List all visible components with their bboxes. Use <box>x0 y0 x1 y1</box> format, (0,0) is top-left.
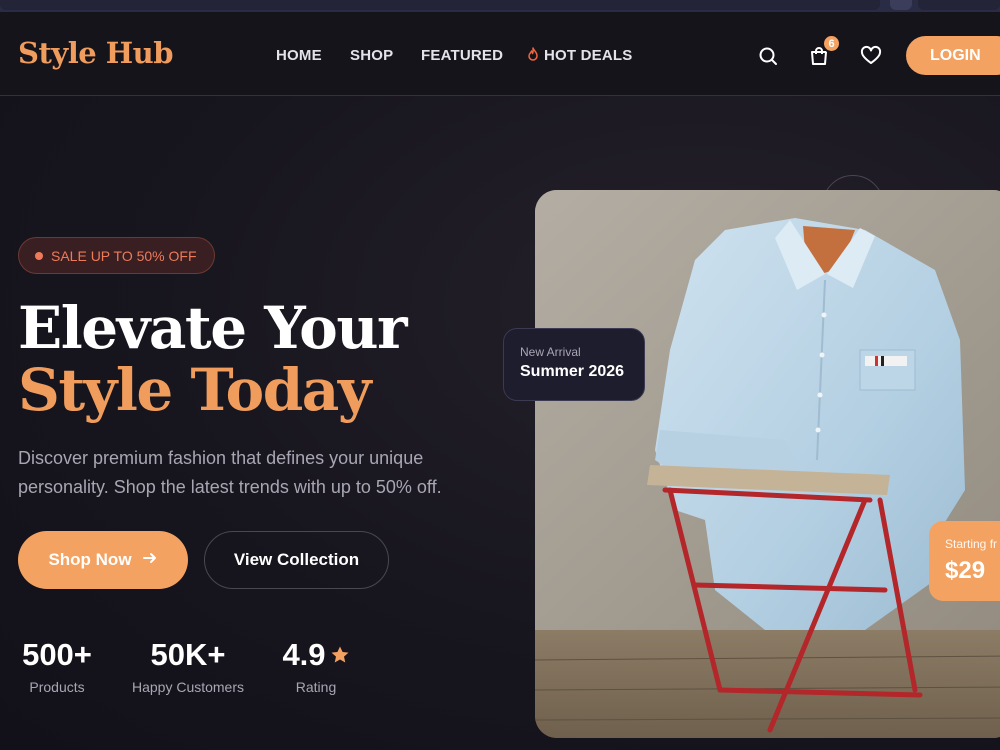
shop-now-button[interactable]: Shop Now <box>18 531 188 589</box>
shirt-on-chair-illustration <box>535 190 1000 738</box>
view-collection-button[interactable]: View Collection <box>204 531 389 589</box>
flame-icon <box>527 47 539 64</box>
stat-value: 500+ <box>22 637 92 672</box>
stat-label: Happy Customers <box>131 679 245 695</box>
hero-title-line1: Elevate Your <box>18 294 408 362</box>
hero-title: Elevate Your Style Today <box>18 297 498 421</box>
nav-featured[interactable]: FEATURED <box>421 47 511 64</box>
sale-dot <box>35 252 43 260</box>
stat-products: 500+ Products <box>18 637 96 695</box>
nav-hot-deals-label: HOT DEALS <box>544 47 633 64</box>
sale-badge-label: SALE UP TO 50% OFF <box>51 247 197 264</box>
starting-price-card: Starting fr $29 <box>929 521 1000 601</box>
new-arrival-card: New Arrival Summer 2026 <box>503 328 645 401</box>
starting-price-value: $29 <box>945 557 986 584</box>
stat-value: 4.9 <box>282 637 326 672</box>
heart-icon[interactable] <box>860 45 882 67</box>
stat-label: Rating <box>295 679 337 695</box>
hero-description: Discover premium fashion that defines yo… <box>18 448 442 497</box>
nav-home[interactable]: HOME <box>276 47 336 64</box>
nav-hot-deals[interactable]: HOT DEALS <box>527 47 637 64</box>
nav-shop[interactable]: SHOP <box>350 47 400 64</box>
hero-title-line2: Style Today <box>18 356 372 424</box>
starting-price-label: Starting fr <box>945 537 998 551</box>
login-button[interactable]: LOGIN <box>906 36 1000 75</box>
new-arrival-title: Summer 2026 <box>520 363 625 380</box>
stat-customers: 50K+ Happy Customers <box>126 637 250 695</box>
browser-tab-area-right <box>918 0 1000 10</box>
stat-value: 50K+ <box>150 637 226 672</box>
shop-now-label: Shop Now <box>48 550 132 569</box>
sale-badge: SALE UP TO 50% OFF <box>18 237 215 274</box>
new-arrival-label: New Arrival <box>520 345 581 359</box>
hero-product-image <box>535 190 1000 738</box>
browser-tab-area <box>0 0 880 10</box>
stat-label: Products <box>29 679 85 695</box>
browser-tab-control <box>890 0 912 10</box>
arrow-right-icon <box>142 550 158 571</box>
browser-top-strip <box>0 0 1000 12</box>
search-icon[interactable] <box>757 45 779 67</box>
app-window: Style Hub HOME SHOP FEATURED HOT DEALS 6… <box>0 12 1000 750</box>
site-logo[interactable]: Style Hub <box>18 36 174 70</box>
stat-rating: 4.9 Rating <box>276 637 356 695</box>
site-header: Style Hub HOME SHOP FEATURED HOT DEALS 6… <box>0 12 1000 96</box>
stat-value-row: 4.9 <box>276 637 356 673</box>
cart-count-badge: 6 <box>822 34 841 53</box>
star-icon <box>330 637 350 673</box>
